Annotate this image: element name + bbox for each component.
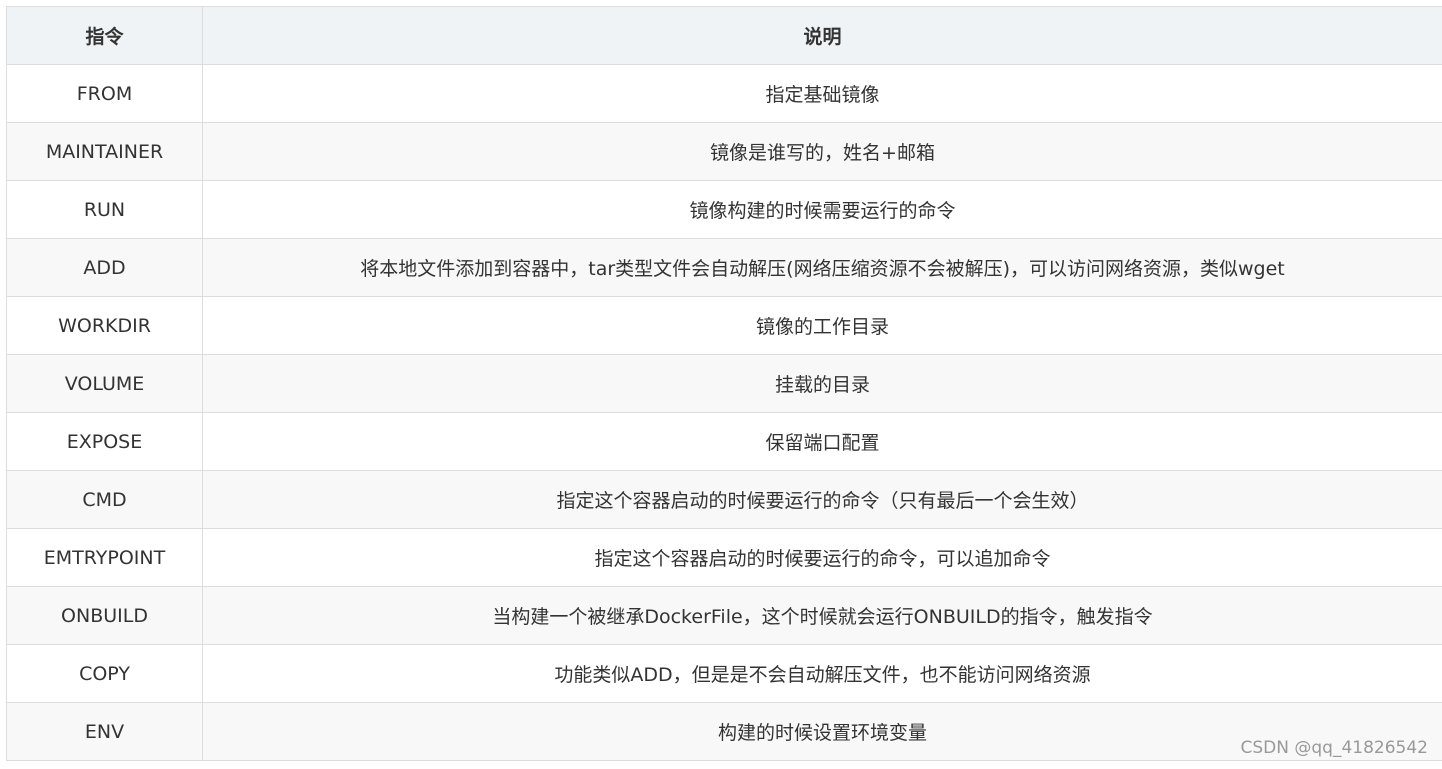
header-row: 指令 说明 <box>6 6 1442 65</box>
command-cell: ADD <box>6 238 203 297</box>
description-cell: 功能类似ADD，但是是不会自动解压文件，也不能访问网络资源 <box>202 644 1442 703</box>
table-row: FROM 指定基础镜像 <box>6 64 1442 123</box>
description-cell: 镜像的工作目录 <box>202 296 1442 355</box>
description-cell: 指定基础镜像 <box>202 64 1442 123</box>
table-row: EMTRYPOINT 指定这个容器启动的时候要运行的命令，可以追加命令 <box>6 528 1442 587</box>
table-row: ADD 将本地文件添加到容器中，tar类型文件会自动解压(网络压缩资源不会被解压… <box>6 238 1442 297</box>
command-cell: EXPOSE <box>6 412 203 471</box>
dockerfile-instructions-table: 指令 说明 FROM 指定基础镜像 MAINTAINER 镜像是谁写的，姓名+邮… <box>6 6 1442 761</box>
table-row: ONBUILD 当构建一个被继承DockerFile，这个时候就会运行ONBUI… <box>6 586 1442 645</box>
description-cell: 镜像构建的时候需要运行的命令 <box>202 180 1442 239</box>
description-cell: 将本地文件添加到容器中，tar类型文件会自动解压(网络压缩资源不会被解压)，可以… <box>202 238 1442 297</box>
command-cell: COPY <box>6 644 203 703</box>
command-cell: MAINTAINER <box>6 122 203 181</box>
command-cell: ONBUILD <box>6 586 203 645</box>
command-cell: CMD <box>6 470 203 529</box>
table-header: 指令 说明 <box>6 6 1442 65</box>
description-cell: 保留端口配置 <box>202 412 1442 471</box>
table-row: RUN 镜像构建的时候需要运行的命令 <box>6 180 1442 239</box>
command-cell: RUN <box>6 180 203 239</box>
description-cell: 指定这个容器启动的时候要运行的命令（只有最后一个会生效） <box>202 470 1442 529</box>
table-row: COPY 功能类似ADD，但是是不会自动解压文件，也不能访问网络资源 <box>6 644 1442 703</box>
table-body: FROM 指定基础镜像 MAINTAINER 镜像是谁写的，姓名+邮箱 RUN … <box>6 64 1442 761</box>
command-cell: EMTRYPOINT <box>6 528 203 587</box>
description-cell: 当构建一个被继承DockerFile，这个时候就会运行ONBUILD的指令，触发… <box>202 586 1442 645</box>
table-row: EXPOSE 保留端口配置 <box>6 412 1442 471</box>
command-cell: WORKDIR <box>6 296 203 355</box>
description-cell: 镜像是谁写的，姓名+邮箱 <box>202 122 1442 181</box>
table-row: MAINTAINER 镜像是谁写的，姓名+邮箱 <box>6 122 1442 181</box>
header-description: 说明 <box>202 6 1442 65</box>
command-cell: FROM <box>6 64 203 123</box>
description-cell: 挂载的目录 <box>202 354 1442 413</box>
header-command: 指令 <box>6 6 203 65</box>
table-row: CMD 指定这个容器启动的时候要运行的命令（只有最后一个会生效） <box>6 470 1442 529</box>
csdn-watermark: CSDN @qq_41826542 <box>1240 738 1428 758</box>
table-row: VOLUME 挂载的目录 <box>6 354 1442 413</box>
table-row: ENV 构建的时候设置环境变量 <box>6 702 1442 761</box>
description-cell: 指定这个容器启动的时候要运行的命令，可以追加命令 <box>202 528 1442 587</box>
command-cell: ENV <box>6 702 203 761</box>
table-row: WORKDIR 镜像的工作目录 <box>6 296 1442 355</box>
command-cell: VOLUME <box>6 354 203 413</box>
dockerfile-instructions-table-container: 指令 说明 FROM 指定基础镜像 MAINTAINER 镜像是谁写的，姓名+邮… <box>6 6 1442 761</box>
